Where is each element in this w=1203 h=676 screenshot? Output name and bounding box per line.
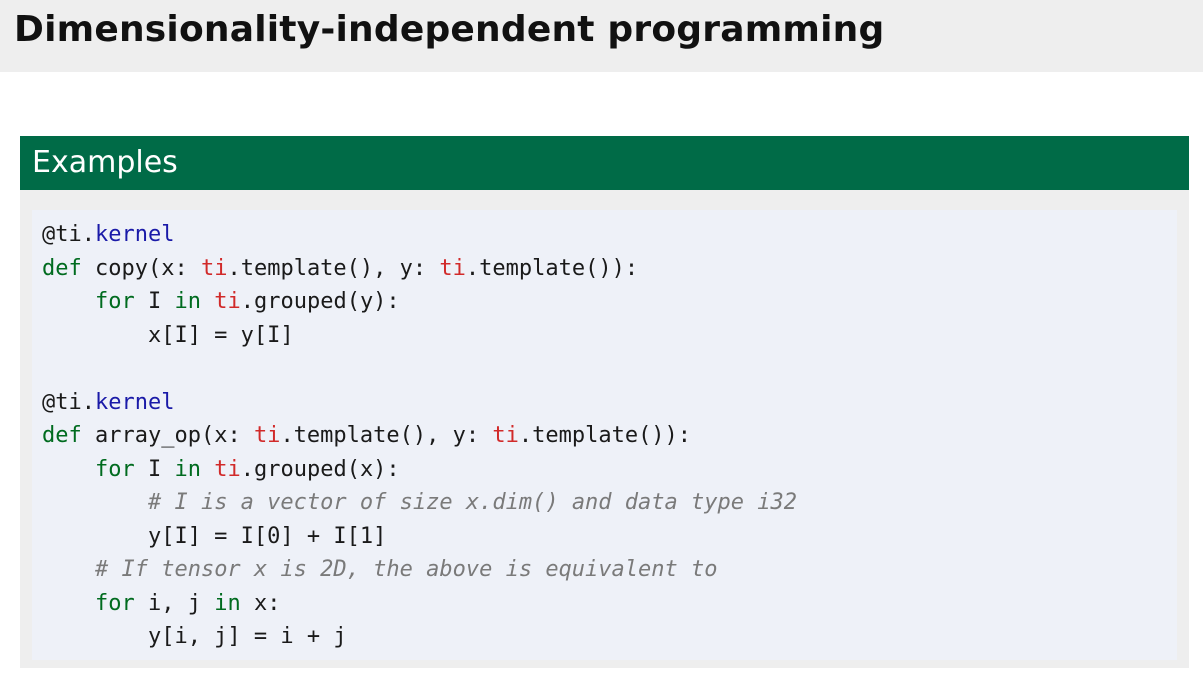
code-token: ti: [253, 423, 281, 448]
code-line: for I in ti.grouped(x):: [42, 457, 400, 482]
code-token: i, j: [134, 590, 215, 616]
code-line: for I in ti.grouped(y):: [42, 289, 400, 314]
code-token: ti: [214, 289, 241, 314]
slide-title: Dimensionality-independent programming: [14, 9, 885, 50]
code-line: @ti.kernel: [42, 222, 174, 247]
code-token: .template(), y:: [280, 423, 493, 448]
code-token: x:: [240, 590, 281, 616]
code-token: .template()):: [465, 255, 639, 281]
code-token: def: [42, 255, 82, 281]
code-token: @ti.: [42, 389, 95, 415]
code-line: # I is a vector of size x.dim() and data…: [42, 490, 797, 515]
code-text: @ti.kernel def copy(x: ti.template(), y:…: [42, 218, 797, 654]
code-listing: @ti.kernel def copy(x: ti.template(), y:…: [32, 210, 1177, 660]
code-token: for: [94, 456, 135, 482]
code-token: y[I] = I[0] + I[1]: [42, 523, 387, 549]
code-token: kernel: [94, 222, 175, 247]
code-token: in: [174, 289, 201, 314]
code-token: .template(), y:: [227, 255, 440, 281]
code-token: for: [94, 289, 135, 314]
examples-block: Examples @ti.kernel def copy(x: ti.templ…: [20, 136, 1189, 668]
code-line: y[I] = I[0] + I[1]: [42, 524, 386, 549]
code-token: array_op(x:: [81, 423, 254, 448]
code-token: I: [134, 289, 175, 314]
code-token: ti: [200, 255, 228, 281]
code-token: I: [134, 456, 175, 482]
code-token: def: [42, 423, 82, 448]
code-token: for: [94, 590, 135, 616]
code-token: in: [214, 590, 241, 616]
block-title: Examples: [32, 145, 178, 180]
code-line: def copy(x: ti.template(), y: ti.templat…: [42, 256, 638, 281]
block-header: Examples: [20, 136, 1189, 190]
code-token: kernel: [94, 389, 175, 415]
code-line: @ti.kernel: [42, 390, 174, 415]
code-token: .template()):: [518, 423, 692, 448]
code-token: ti: [492, 423, 519, 448]
code-token: .grouped(x):: [240, 456, 400, 482]
code-token: # If tensor x is 2D, the above is equiva…: [94, 557, 718, 582]
slide-title-bar: Dimensionality-independent programming: [0, 0, 1203, 72]
code-line: for i, j in x:: [42, 591, 280, 616]
code-line: def array_op(x: ti.template(), y: ti.tem…: [42, 423, 691, 448]
code-token: ti: [214, 456, 241, 482]
block-body: @ti.kernel def copy(x: ti.template(), y:…: [20, 190, 1189, 668]
code-token: in: [174, 456, 201, 482]
code-token: ti: [439, 255, 466, 281]
code-line: y[i, j] = i + j: [42, 624, 347, 649]
code-token: # I is a vector of size x.dim() and data…: [147, 490, 797, 515]
code-token: y[i, j] = i + j: [42, 624, 347, 649]
code-line: x[I] = y[I]: [42, 323, 294, 348]
code-token: @ti.: [42, 222, 95, 247]
code-line: # If tensor x is 2D, the above is equiva…: [42, 557, 718, 582]
code-token: copy(x:: [81, 255, 201, 281]
code-token: x[I] = y[I]: [42, 322, 294, 348]
code-token: .grouped(y):: [240, 289, 400, 314]
